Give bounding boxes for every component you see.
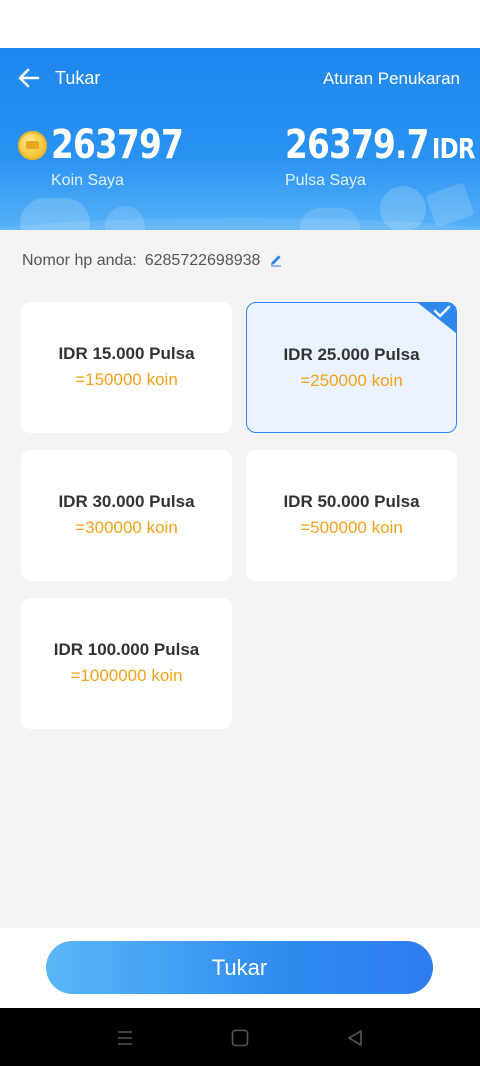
pulsa-option-50000[interactable]: IDR 50.000 Pulsa =500000 koin: [246, 450, 457, 581]
header-decoration: [425, 182, 475, 228]
pulsa-balance: 26379.7 IDR: [285, 122, 476, 168]
back-triangle-icon[interactable]: [343, 1026, 367, 1050]
header-decoration: [105, 206, 145, 230]
back-button[interactable]: [16, 65, 42, 91]
exchange-rules-link[interactable]: Aturan Penukaran: [323, 69, 460, 89]
option-coin-cost: =250000 koin: [300, 371, 403, 390]
system-navigation-bar: [0, 1008, 480, 1066]
pulsa-option-15000[interactable]: IDR 15.000 Pulsa =150000 koin: [21, 302, 232, 433]
checkmark-icon: [418, 303, 456, 333]
option-title: IDR 15.000 Pulsa: [58, 344, 195, 363]
page-title: Tukar: [55, 68, 101, 88]
bottom-action-bar: Tukar: [0, 928, 480, 1008]
pulsa-balance-label: Pulsa Saya: [285, 172, 366, 189]
option-title: IDR 50.000 Pulsa: [283, 492, 420, 511]
menu-icon[interactable]: [113, 1026, 137, 1050]
option-coin-cost: =500000 koin: [300, 518, 403, 537]
phone-number-value: 6285722698938: [144, 252, 261, 269]
exchange-submit-button[interactable]: Tukar: [46, 941, 433, 994]
option-coin-cost: =1000000 koin: [70, 666, 183, 685]
header-decoration: [380, 186, 426, 230]
pencil-icon[interactable]: [269, 253, 283, 267]
coin-icon: [18, 131, 47, 160]
coin-balance: 263797: [51, 122, 184, 168]
pulsa-balance-unit: IDR: [431, 132, 476, 165]
arrow-left-icon: [18, 68, 40, 88]
header-decoration: [300, 208, 360, 230]
pulsa-balance-value: 26379.7: [285, 122, 429, 168]
option-title: IDR 30.000 Pulsa: [58, 492, 195, 511]
phone-number-row: Nomor hp anda: 6285722698938: [22, 252, 283, 270]
option-title: IDR 25.000 Pulsa: [283, 345, 420, 364]
option-coin-cost: =150000 koin: [75, 370, 178, 389]
home-square-icon[interactable]: [228, 1026, 252, 1050]
option-title: IDR 100.000 Pulsa: [53, 640, 200, 659]
header: Tukar Aturan Penukaran 263797 Koin Saya …: [0, 48, 480, 230]
pulsa-option-25000[interactable]: IDR 25.000 Pulsa =250000 koin: [246, 302, 457, 433]
coin-balance-label: Koin Saya: [51, 172, 124, 189]
option-coin-cost: =300000 koin: [75, 518, 178, 537]
status-bar: [0, 0, 480, 48]
pulsa-option-100000[interactable]: IDR 100.000 Pulsa =1000000 koin: [21, 598, 232, 729]
pulsa-option-30000[interactable]: IDR 30.000 Pulsa =300000 koin: [21, 450, 232, 581]
header-decoration: [20, 198, 90, 230]
phone-number-label: Nomor hp anda:: [22, 252, 137, 269]
